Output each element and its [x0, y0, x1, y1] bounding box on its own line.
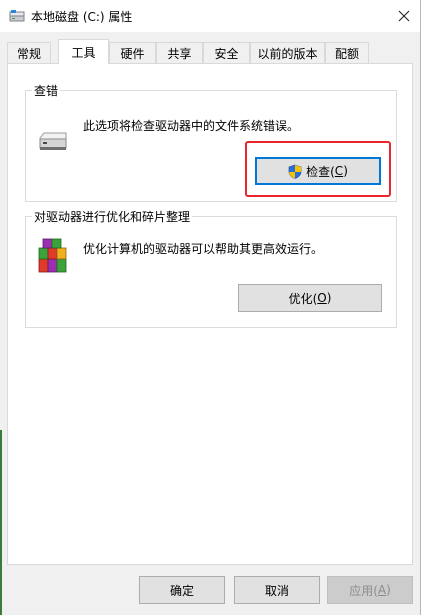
tab-security[interactable]: 安全 [203, 42, 250, 63]
apply-button-label: 应用( [349, 583, 378, 598]
optimize-button-suffix: ) [326, 291, 332, 305]
highlight-annotation [245, 141, 391, 197]
optimize-button[interactable]: 优化(O) [238, 284, 382, 312]
hard-drive-icon [39, 132, 67, 150]
properties-dialog: 本地磁盘 (C:) 属性 常规 工具 硬件 共享 安全 以前的版本 配额 查错 … [0, 0, 421, 615]
apply-button[interactable]: 应用(A) [327, 576, 413, 604]
window-title: 本地磁盘 (C:) 属性 [31, 10, 133, 24]
ok-button[interactable]: 确定 [139, 576, 225, 604]
title-bar: 本地磁盘 (C:) 属性 [0, 0, 420, 32]
optimize-group: 对驱动器进行优化和碎片整理 优化计算机的驱动器可以帮助其更高效运行。 优化(O) [25, 208, 397, 328]
tab-label: 常规 [16, 46, 41, 61]
error-check-description: 此选项将检查驱动器中的文件系统错误。 [83, 119, 300, 133]
tab-label: 以前的版本 [257, 46, 318, 61]
apply-button-key: A [377, 583, 387, 597]
optimize-button-key: O [317, 291, 327, 305]
optimize-description: 优化计算机的驱动器可以帮助其更高效运行。 [83, 242, 324, 256]
cancel-button[interactable]: 取消 [234, 576, 320, 604]
apply-button-suffix: ) [386, 583, 391, 597]
optimize-button-label: 优化( [288, 291, 318, 306]
error-check-group: 查错 此选项将检查驱动器中的文件系统错误。 检查(C) [25, 82, 397, 202]
cancel-button-label: 取消 [264, 583, 289, 598]
tab-general[interactable]: 常规 [7, 42, 51, 63]
tab-label: 安全 [214, 46, 239, 61]
tab-previous-versions[interactable]: 以前的版本 [250, 42, 325, 63]
group-title: 对驱动器进行优化和碎片整理 [32, 208, 193, 225]
tab-label: 配额 [334, 46, 359, 61]
ok-button-label: 确定 [169, 583, 194, 598]
tab-sharing[interactable]: 共享 [156, 42, 203, 63]
tab-quota[interactable]: 配额 [325, 42, 369, 63]
tools-panel: 查错 此选项将检查驱动器中的文件系统错误。 检查(C) 对驱动器进行优化和碎片整… [7, 63, 413, 565]
tab-label: 共享 [167, 46, 192, 61]
background-window-edge [0, 430, 2, 615]
tab-label: 硬件 [120, 46, 145, 61]
defrag-icon [38, 238, 67, 273]
group-title: 查错 [32, 82, 61, 99]
close-button[interactable] [388, 0, 420, 32]
drive-icon [9, 10, 25, 22]
tab-label: 工具 [71, 45, 96, 60]
tab-hardware[interactable]: 硬件 [109, 42, 156, 63]
tab-tools[interactable]: 工具 [58, 39, 109, 64]
close-icon [398, 10, 410, 22]
